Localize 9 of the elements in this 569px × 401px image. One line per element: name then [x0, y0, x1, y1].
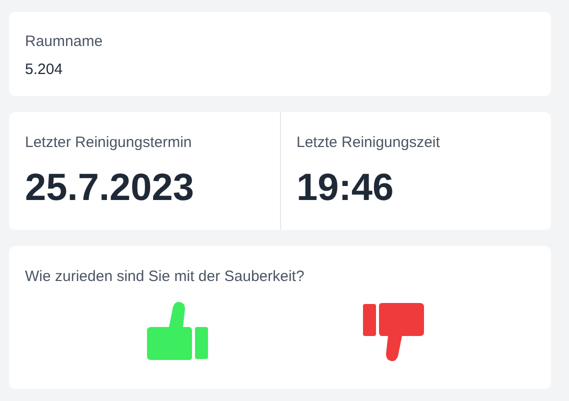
- thumbs-down-icon[interactable]: [362, 302, 426, 362]
- field-value: 25.7.2023: [25, 166, 194, 210]
- question-text: Wie zurieden sind Sie mit der Sauberkeit?: [25, 268, 306, 286]
- field-value: 19:46: [296, 166, 394, 210]
- field-label: Letzte Reinigungszeit: [296, 134, 441, 152]
- room-number: 5.204: [25, 61, 64, 79]
- thumbs-up-icon[interactable]: [145, 300, 209, 362]
- field-label: Letzter Reinigungstermin: [25, 134, 193, 152]
- room-label: Raumname: [25, 33, 104, 51]
